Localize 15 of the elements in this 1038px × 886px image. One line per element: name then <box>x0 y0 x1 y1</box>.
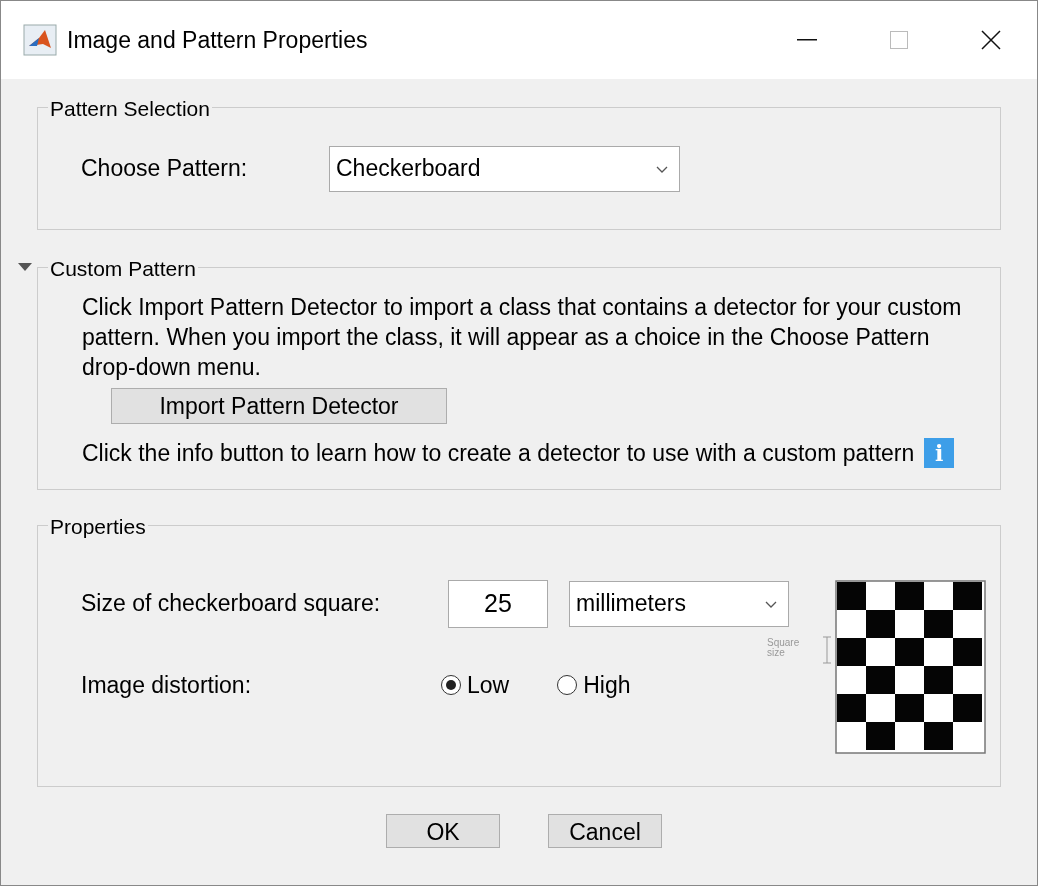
units-dropdown[interactable]: millimeters <box>569 580 789 627</box>
pattern-dropdown[interactable]: Checkerboard <box>329 145 680 192</box>
window-title: Image and Pattern Properties <box>67 25 368 55</box>
image-distortion-label: Image distortion: <box>81 670 253 700</box>
radio-option[interactable]: High <box>557 667 631 702</box>
choose-pattern-label: Choose Pattern: <box>81 154 249 184</box>
radio-option[interactable]: Low <box>441 667 510 702</box>
info-text: Click the info button to learn how to create a detector to use with a custom pattern <box>82 439 915 468</box>
square-size-field[interactable]: 25 <box>448 579 548 628</box>
import-pattern-detector-button[interactable]: Import Pattern Detector <box>111 388 447 424</box>
dialog-button[interactable]: Cancel <box>548 813 662 848</box>
square-size-label: Size of checkerboard square: <box>81 589 382 619</box>
dialog-button[interactable]: OK <box>386 813 500 848</box>
description-text: Click Import Pattern Detector to import a class that contains a detector for your custom pattern. When you import the class, it will appear as a choice in the Choose Pattern drop-down menu. <box>82 293 963 382</box>
diagram-label: Square size <box>767 637 801 658</box>
